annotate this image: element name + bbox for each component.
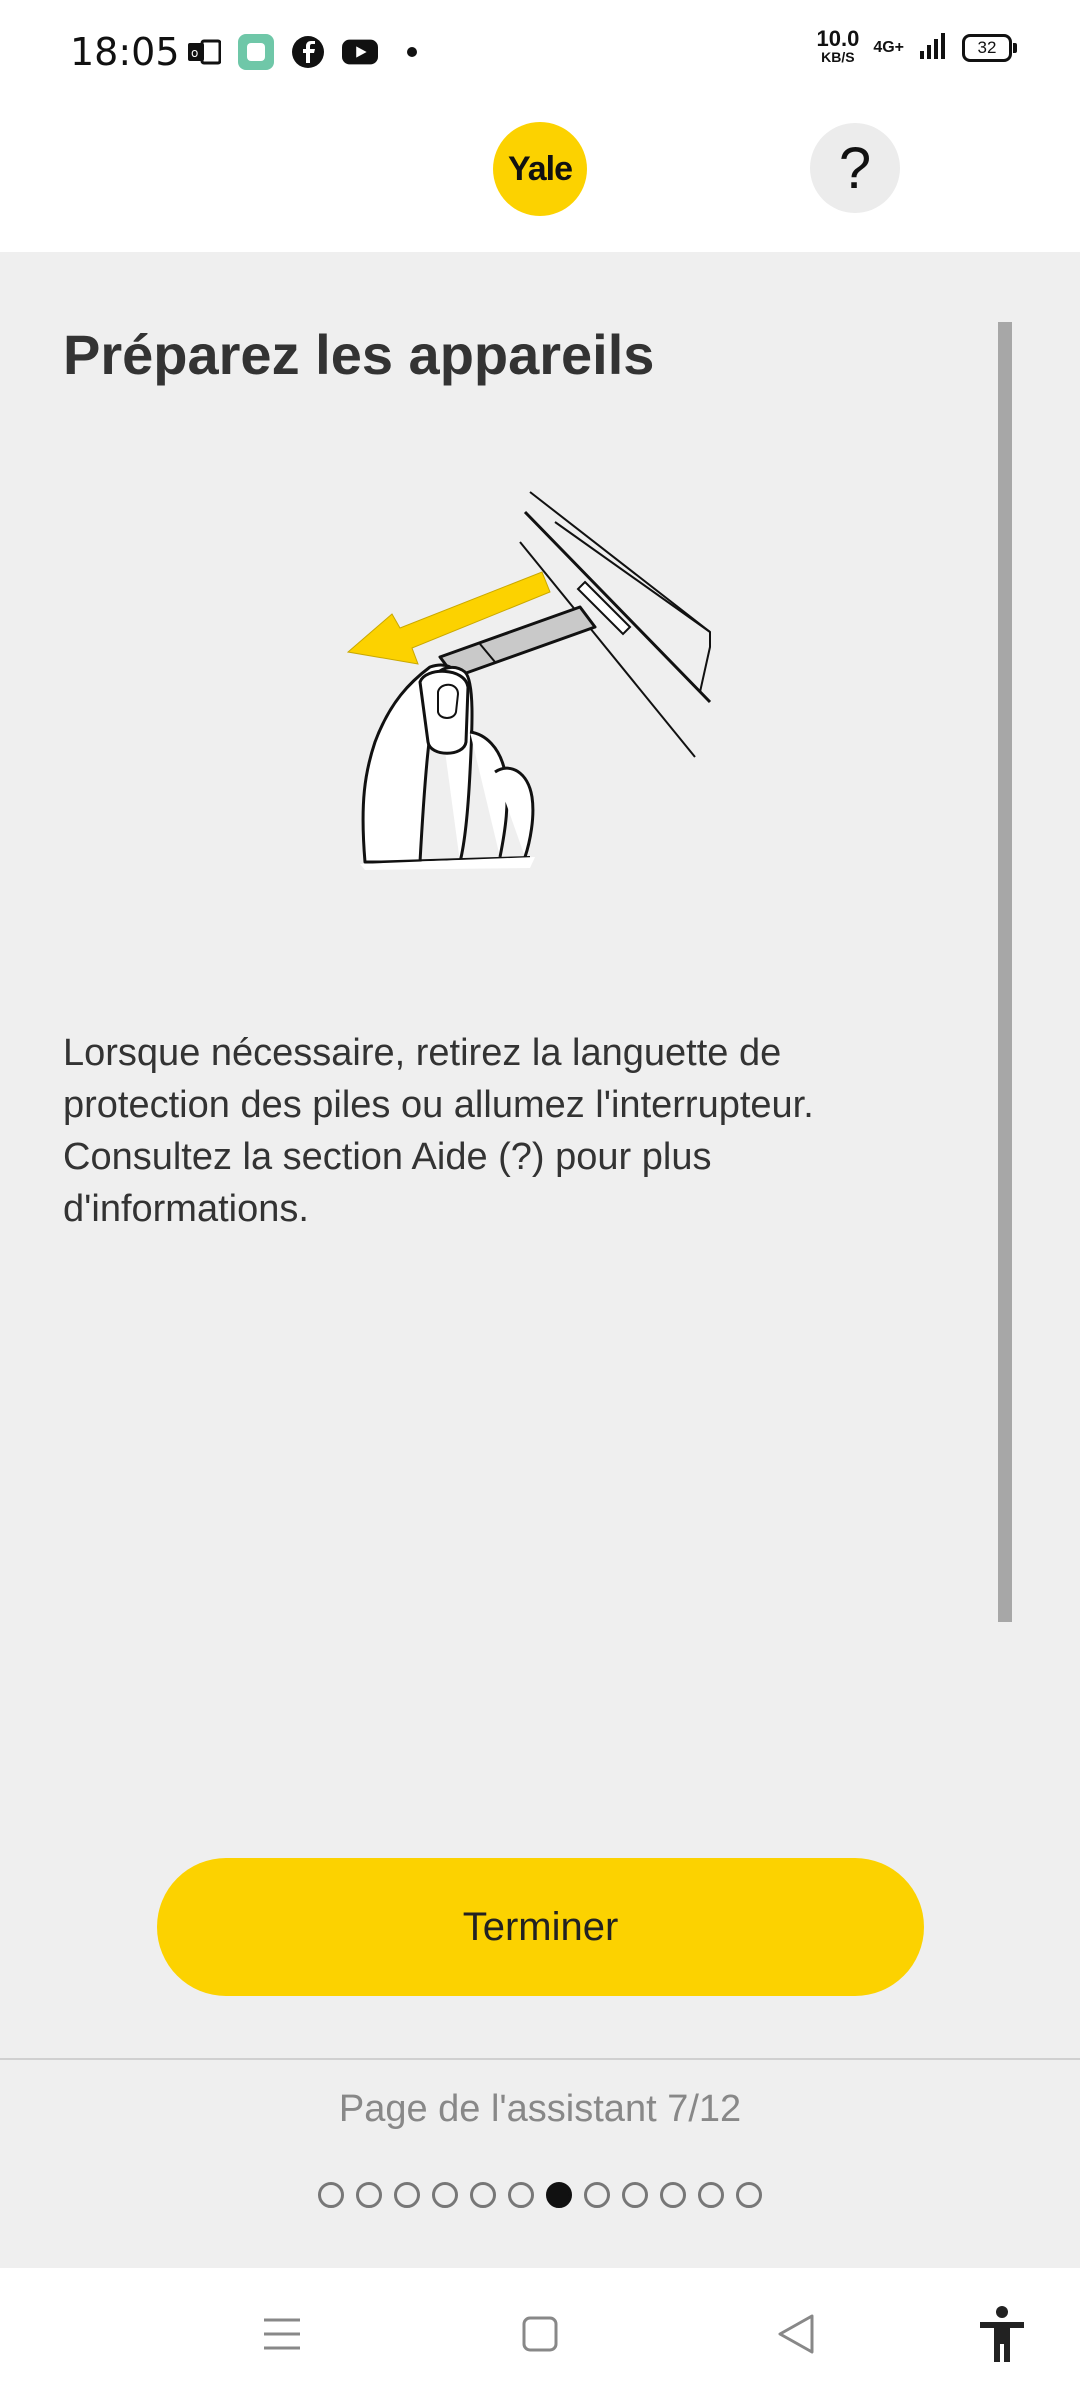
youtube-icon (342, 34, 378, 70)
status-notification-icons: o (186, 34, 430, 70)
facebook-icon (290, 34, 326, 70)
wizard-page-label: Page de l'assistant 7/12 (338, 2088, 742, 2130)
network-type: 4G+ (873, 39, 904, 56)
page-dot[interactable] (432, 2182, 458, 2208)
battery-tab-removal-illustration (330, 472, 750, 872)
finish-button[interactable]: Terminer (157, 1858, 924, 1996)
page-dot[interactable] (736, 2182, 762, 2208)
help-button[interactable]: ? (810, 123, 900, 213)
page-dot[interactable] (470, 2182, 496, 2208)
accessibility-icon[interactable] (972, 2304, 1032, 2364)
back-icon[interactable] (766, 2304, 826, 2364)
notification-app-icon: o (186, 34, 222, 70)
yale-logo: Yale (493, 122, 587, 216)
page-dot-active[interactable] (546, 2182, 572, 2208)
page-title: Préparez les appareils (63, 323, 655, 386)
battery-indicator: 32 (962, 34, 1017, 62)
menu-icon[interactable] (252, 2304, 312, 2364)
wizard-footer: Page de l'assistant 7/12 (0, 2058, 1080, 2270)
signal-icon (918, 31, 948, 66)
more-dot-icon (394, 34, 430, 70)
svg-text:o: o (191, 46, 198, 60)
content-scrollbar[interactable] (998, 322, 1012, 1622)
wizard-content: Préparez les appareils Lorsque nécessair… (0, 252, 1080, 2058)
gallery-app-icon (238, 34, 274, 70)
network-speed: 10.0 KB/S (816, 28, 859, 66)
page-dot[interactable] (622, 2182, 648, 2208)
speed-unit: KB/S (821, 49, 855, 65)
page-dot[interactable] (394, 2182, 420, 2208)
status-time: 18:05 (70, 30, 180, 74)
page-dot[interactable] (698, 2182, 724, 2208)
app-header: Yale ? (0, 106, 1080, 252)
page-dot[interactable] (508, 2182, 534, 2208)
page-dot[interactable] (660, 2182, 686, 2208)
page-dot[interactable] (356, 2182, 382, 2208)
instruction-text: Lorsque nécessaire, retirez la languette… (63, 1032, 814, 1230)
page-dot[interactable] (584, 2182, 610, 2208)
status-system-icons: 10.0 KB/S 4G+ 32 (816, 28, 1017, 66)
page-indicator (0, 2182, 1080, 2208)
system-nav-bar (0, 2268, 1080, 2400)
status-bar: 18:05 o 10.0 KB/S 4G+ 32 (0, 0, 1080, 106)
page-dot[interactable] (318, 2182, 344, 2208)
home-icon[interactable] (510, 2304, 570, 2364)
